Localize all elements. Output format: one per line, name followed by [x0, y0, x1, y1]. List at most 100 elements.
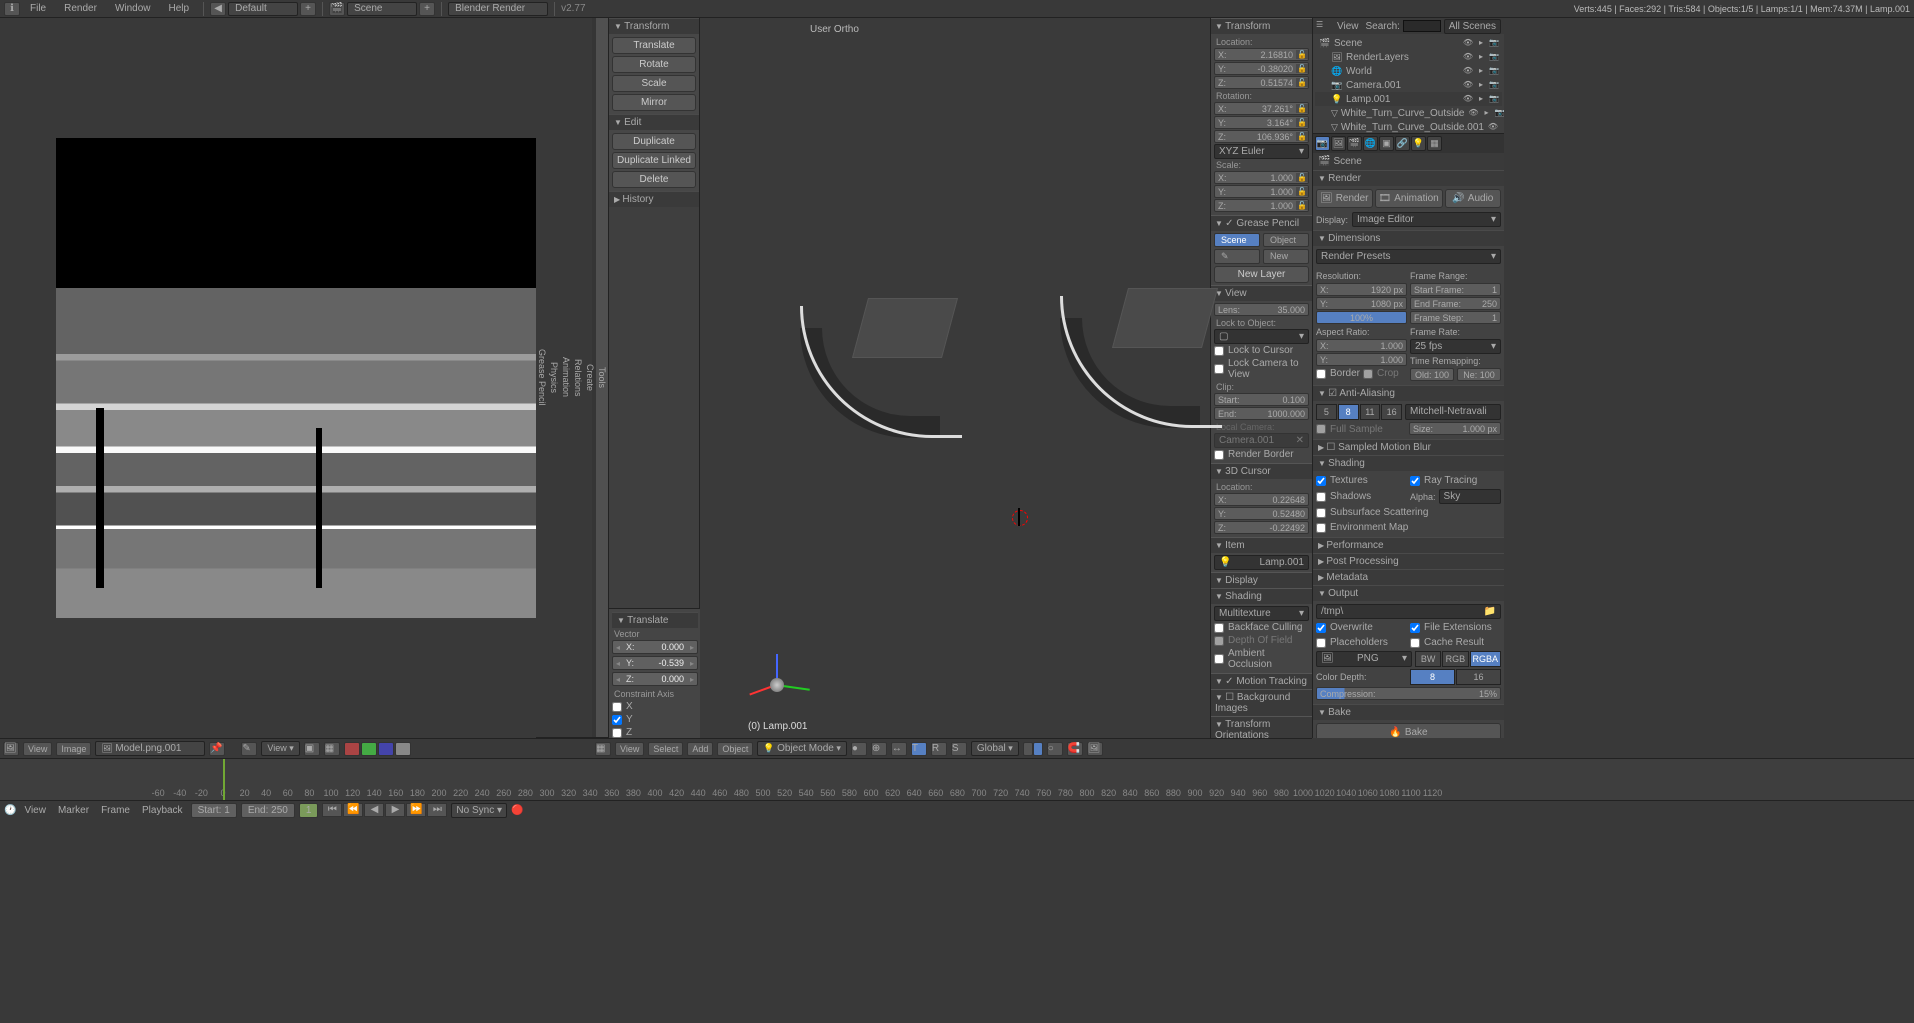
select-menu[interactable]: Select — [648, 742, 683, 756]
pivot-icon[interactable]: ⊕ — [871, 742, 887, 756]
backface-chk[interactable]: Backface Culling — [1214, 621, 1309, 634]
compression-field[interactable]: Compression:15% — [1316, 687, 1501, 700]
panel-edit-hdr[interactable]: Edit — [609, 114, 699, 130]
n-motion-hdr[interactable]: ✓ Motion Tracking — [1211, 673, 1312, 689]
full-sample-chk[interactable]: Full Sample — [1316, 422, 1406, 436]
rot-z[interactable]: Z:106.936°🔓 — [1214, 130, 1309, 143]
scene-icon[interactable]: 🎬 — [329, 2, 345, 16]
menu-file[interactable]: File — [22, 1, 54, 16]
cursor-x[interactable]: X:0.22648 — [1214, 493, 1309, 506]
translate-button[interactable]: Translate — [612, 37, 696, 54]
cursor-z[interactable]: Z:-0.22492 — [1214, 521, 1309, 534]
tab-render-icon[interactable]: 📷 — [1315, 136, 1330, 151]
n-shading-hdr[interactable]: Shading — [1211, 588, 1312, 604]
outliner-search[interactable] — [1403, 20, 1441, 32]
border-chk[interactable]: Border — [1316, 367, 1360, 380]
outliner-filter[interactable]: All Scenes — [1444, 19, 1501, 34]
tab-object-icon[interactable]: ▣ — [1379, 136, 1394, 151]
tl-current[interactable]: 1 — [299, 803, 319, 818]
framerate[interactable]: 25 fps▾ — [1410, 339, 1501, 354]
layer-btn-active[interactable] — [1033, 742, 1043, 756]
menu-window[interactable]: Window — [107, 1, 159, 16]
add-layout-icon[interactable]: + — [300, 2, 316, 16]
manip-r-icon[interactable]: R — [931, 742, 947, 756]
tl-view[interactable]: View — [20, 805, 50, 816]
audio-button[interactable]: 🔊 Audio — [1445, 189, 1501, 208]
dimensions-panel-hdr[interactable]: Dimensions — [1313, 230, 1504, 246]
menu-render[interactable]: Render — [56, 1, 105, 16]
n-grease-hdr[interactable]: ✓ Grease Pencil — [1211, 215, 1312, 231]
image-datablock[interactable]: 🖼 Model.png.001 — [95, 741, 205, 756]
op-vec-x[interactable]: ◂X:0.000▸ — [612, 640, 698, 654]
outliner-row[interactable]: ▽White_Turn_Curve_Outside.001👁▸📷 — [1315, 120, 1502, 134]
op-vec-y[interactable]: ◂Y:-0.539▸ — [612, 656, 698, 670]
sync-mode[interactable]: No Sync ▾ — [451, 803, 507, 818]
uv-view-menu[interactable]: View — [23, 742, 52, 756]
scene-select[interactable]: Scene — [347, 2, 417, 16]
delete-button[interactable]: Delete — [612, 171, 696, 188]
channel-g-icon[interactable] — [361, 742, 377, 756]
play-icon[interactable]: ▶ — [385, 803, 405, 817]
tab-animation[interactable]: Animation — [560, 18, 572, 738]
tl-end[interactable]: End: 250 — [241, 803, 295, 818]
timeline-ruler[interactable]: -60-40-200204060801001201401601802002202… — [0, 759, 1914, 801]
fileext-chk[interactable]: File Extensions — [1410, 621, 1501, 634]
view-menu[interactable]: View — [1333, 21, 1363, 32]
n-torient-hdr[interactable]: Transform Orientations — [1211, 716, 1312, 738]
shading-icon[interactable]: ● — [851, 742, 867, 756]
3d-viewport[interactable]: User Ortho (0) Lamp.001 — [700, 18, 1210, 738]
dof-chk[interactable]: Depth Of Field — [1214, 634, 1309, 647]
add-menu[interactable]: Add — [687, 742, 713, 756]
scl-y[interactable]: Y:1.000🔓 — [1214, 185, 1309, 198]
new-field[interactable]: Ne: 100 — [1457, 368, 1501, 381]
cache-chk[interactable]: Cache Result — [1410, 636, 1501, 649]
manipulator-icon[interactable]: ↔ — [891, 742, 907, 756]
shading-panel-hdr[interactable]: Shading — [1313, 455, 1504, 471]
gp-new-layer[interactable]: New Layer — [1214, 266, 1309, 283]
animation-button[interactable]: 🎞 Animation — [1375, 189, 1443, 208]
aspect-y[interactable]: Y:1.000 — [1316, 353, 1407, 366]
proportional-icon[interactable]: ○ — [1047, 742, 1063, 756]
envmap-chk[interactable]: Environment Map — [1316, 521, 1501, 534]
tab-greasepencil[interactable]: Grease Pencil — [536, 18, 548, 738]
tab-relations[interactable]: Relations — [572, 18, 584, 738]
image-editor-type-icon[interactable]: 🖼 — [3, 742, 19, 756]
rgba-btn[interactable]: RGBA — [1470, 651, 1502, 667]
transform-gizmo[interactable] — [748, 654, 808, 714]
item-name-field[interactable]: 💡Lamp.001 — [1214, 555, 1309, 570]
bake-panel-hdr[interactable]: Bake — [1313, 704, 1504, 720]
info-editor-icon[interactable]: ℹ — [4, 2, 20, 16]
outliner-row[interactable]: 🌐World👁▸📷 — [1315, 64, 1502, 78]
sss-chk[interactable]: Subsurface Scattering — [1316, 506, 1501, 519]
panel-transform-hdr[interactable]: Transform — [609, 18, 699, 34]
gp-new[interactable]: New — [1263, 249, 1309, 264]
n-bgimg-hdr[interactable]: ☐ Background Images — [1211, 689, 1312, 716]
aa-5[interactable]: 5 — [1316, 404, 1337, 420]
play-reverse-icon[interactable]: ◀ — [364, 803, 384, 817]
start-frame[interactable]: Start Frame:1 — [1410, 283, 1501, 296]
playhead[interactable] — [223, 759, 225, 800]
outliner-row[interactable]: 🖼RenderLayers👁▸📷 — [1315, 50, 1502, 64]
bw-btn[interactable]: BW — [1415, 651, 1441, 667]
gp-object[interactable]: Object — [1263, 233, 1309, 247]
engine-select[interactable]: Blender Render — [448, 2, 548, 16]
op-cx[interactable]: X — [612, 700, 698, 713]
res-pct[interactable]: 100% — [1316, 311, 1407, 324]
keyframe-next-icon[interactable]: ⏩ — [406, 803, 426, 817]
layout-select[interactable]: Default — [228, 2, 298, 16]
uv-toggle-1[interactable]: ▣ — [304, 742, 320, 756]
cursor-y[interactable]: Y:0.52480 — [1214, 507, 1309, 520]
op-cy[interactable]: Y — [612, 713, 698, 726]
render-border-chk[interactable]: Render Border — [1214, 448, 1309, 461]
jump-start-icon[interactable]: ⏮ — [322, 803, 342, 817]
scale-button[interactable]: Scale — [612, 75, 696, 92]
uv-mode[interactable]: View ▾ — [261, 741, 299, 756]
manip-t-icon[interactable]: T — [911, 742, 927, 756]
tab-data-icon[interactable]: 💡 — [1411, 136, 1426, 151]
outliner-row[interactable]: 🎬Scene👁▸📷 — [1315, 36, 1502, 50]
manip-s-icon[interactable]: S — [951, 742, 967, 756]
tl-marker[interactable]: Marker — [54, 805, 93, 816]
transform-orient[interactable]: Global ▾ — [971, 741, 1019, 756]
render-panel-hdr[interactable]: Render — [1313, 170, 1504, 186]
tl-start[interactable]: Start: 1 — [191, 803, 237, 818]
